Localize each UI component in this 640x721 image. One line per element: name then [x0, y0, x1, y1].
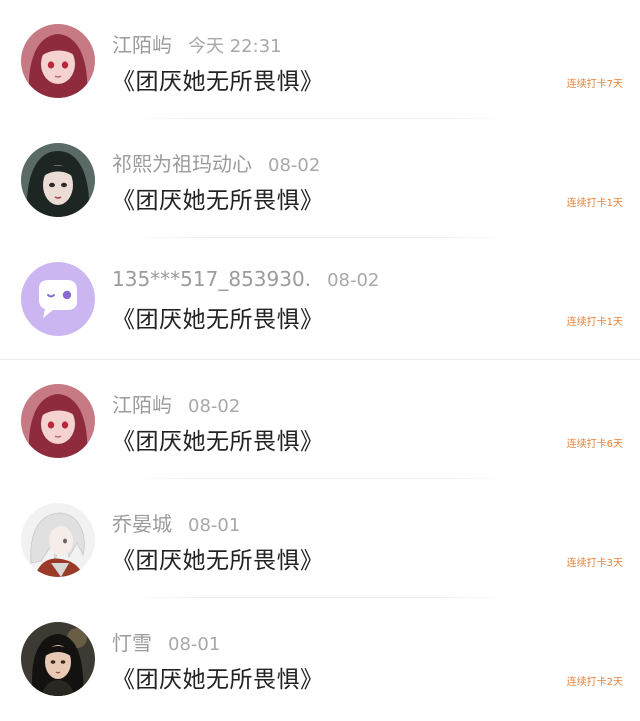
post-meta: 135***517_853930. 08-02: [112, 267, 379, 295]
post-meta: 江陌屿 08-02: [112, 389, 240, 417]
post-meta: 忊雪 08-01: [112, 627, 220, 655]
avatar[interactable]: [21, 24, 95, 98]
post-content[interactable]: 《团厌她无所畏惧》: [112, 181, 324, 215]
post-time: 今天 22:31: [188, 36, 282, 57]
streak-badge: 连续打卡1天: [566, 317, 623, 328]
avatar[interactable]: [21, 384, 95, 458]
streak-badge: 连续打卡1天: [566, 198, 623, 209]
author-name[interactable]: 祁熙为祖玛动心: [112, 152, 252, 176]
list-item[interactable]: 乔晏城 08-01 《团厌她无所畏惧》 连续打卡3天: [0, 479, 640, 598]
anime-girl-red-hair-avatar-icon: [21, 24, 95, 98]
avatar[interactable]: [21, 622, 95, 696]
checkin-list: 江陌屿 今天 22:31 《团厌她无所畏惧》 连续打卡7天 祁熙为祖玛动心 08-0…: [0, 0, 640, 721]
post-content[interactable]: 《团厌她无所畏惧》: [112, 422, 324, 456]
streak-badge: 连续打卡3天: [566, 558, 623, 569]
avatar[interactable]: [21, 503, 95, 577]
anime-girl-dark-hair-avatar-icon: [21, 143, 95, 217]
streak-badge: 连续打卡2天: [566, 677, 623, 688]
post-content[interactable]: 《团厌她无所畏惧》: [112, 300, 324, 334]
list-item[interactable]: 忊雪 08-01 《团厌她无所畏惧》 连续打卡2天: [0, 598, 640, 721]
post-time: 08-02: [327, 270, 380, 291]
author-name[interactable]: 乔晏城: [112, 512, 172, 536]
post-meta: 祁熙为祖玛动心 08-02: [112, 148, 320, 176]
streak-badge: 连续打卡6天: [566, 439, 623, 450]
list-item[interactable]: 135***517_853930. 08-02 《团厌她无所畏惧》 连续打卡1天: [0, 238, 640, 360]
post-time: 08-01: [168, 634, 221, 655]
list-item[interactable]: 祁熙为祖玛动心 08-02 《团厌她无所畏惧》 连续打卡1天: [0, 119, 640, 238]
list-item[interactable]: 江陌屿 08-02 《团厌她无所畏惧》 连续打卡6天: [0, 360, 640, 479]
post-meta: 江陌屿 今天 22:31: [112, 29, 282, 57]
post-meta: 乔晏城 08-01: [112, 508, 240, 536]
author-name[interactable]: 135***517_853930.: [112, 267, 311, 291]
post-content[interactable]: 《团厌她无所畏惧》: [112, 541, 324, 575]
post-content[interactable]: 《团厌她无所畏惧》: [112, 660, 324, 694]
anime-girl-black-hair-avatar-icon: [21, 622, 95, 696]
post-time: 08-01: [188, 515, 241, 536]
author-name[interactable]: 忊雪: [112, 631, 152, 655]
avatar[interactable]: [21, 143, 95, 217]
avatar[interactable]: [21, 262, 95, 336]
anime-girl-red-hair-avatar-icon: [21, 384, 95, 458]
author-name[interactable]: 江陌屿: [112, 393, 172, 417]
anime-boy-white-hair-avatar-icon: [21, 503, 95, 577]
author-name[interactable]: 江陌屿: [112, 33, 172, 57]
list-item[interactable]: 江陌屿 今天 22:31 《团厌她无所畏惧》 连续打卡7天: [0, 0, 640, 119]
post-content[interactable]: 《团厌她无所畏惧》: [112, 62, 324, 96]
post-time: 08-02: [268, 155, 321, 176]
default-chat-bubble-avatar-icon: [21, 262, 95, 336]
streak-badge: 连续打卡7天: [566, 79, 623, 90]
post-time: 08-02: [188, 396, 241, 417]
